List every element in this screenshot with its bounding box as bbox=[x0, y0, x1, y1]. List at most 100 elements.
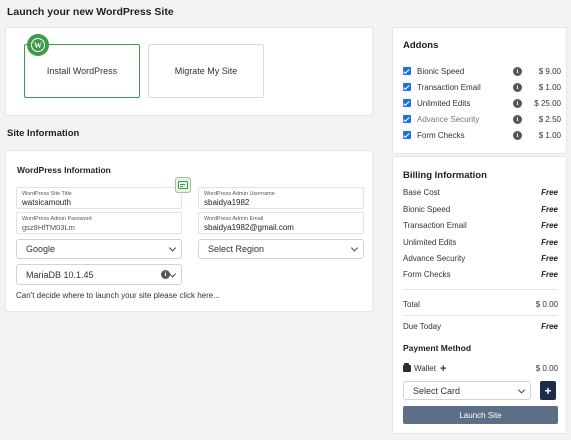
install-options-card: Install WordPress Migrate My Site bbox=[5, 27, 373, 116]
addon-row: Advance Security i $ 2.50 bbox=[403, 113, 561, 125]
page-title: Launch your new WordPress Site bbox=[7, 6, 174, 18]
wordpress-logo-icon: W bbox=[27, 34, 49, 56]
info-icon[interactable]: i bbox=[513, 82, 522, 92]
addon-name: Bionic Speed bbox=[417, 66, 465, 76]
addon-price: $ 25.00 bbox=[534, 98, 561, 108]
addon-checkbox[interactable] bbox=[403, 83, 411, 91]
billing-row-label: Transaction Email bbox=[403, 221, 467, 230]
chevron-down-icon bbox=[517, 385, 526, 394]
add-card-button[interactable]: + bbox=[540, 381, 556, 400]
site-information-heading: Site Information bbox=[7, 128, 80, 139]
add-funds-plus-icon[interactable]: + bbox=[440, 363, 446, 374]
wallet-amount: $ 0.00 bbox=[535, 364, 558, 373]
info-icon[interactable]: i bbox=[513, 130, 522, 140]
addon-row: Transaction Email i $ 1.00 bbox=[403, 81, 561, 93]
due-today-row: Due Today Free bbox=[403, 322, 558, 331]
launch-site-button[interactable]: Launch Site bbox=[403, 406, 558, 424]
billing-row-value: Free bbox=[541, 238, 558, 247]
addon-checkbox[interactable] bbox=[403, 131, 411, 139]
billing-row: Bionic Speed Free bbox=[403, 205, 558, 214]
addon-name: Transaction Email bbox=[417, 82, 481, 92]
billing-row-value: Free bbox=[541, 270, 558, 279]
addon-checkbox[interactable] bbox=[403, 99, 411, 107]
database-select-value: MariaDB 10.1.45 bbox=[26, 269, 94, 280]
site-title-label: WordPress Site Title bbox=[22, 191, 72, 197]
total-label: Total bbox=[403, 300, 420, 309]
addon-row: Form Checks i $ 1.00 bbox=[403, 129, 561, 141]
billing-row-label: Advance Security bbox=[403, 254, 466, 263]
card-select-value: Select Card bbox=[413, 385, 461, 396]
admin-email-value: sbaidya1982@gmail.com bbox=[204, 223, 294, 232]
divider bbox=[403, 315, 558, 316]
addons-title: Addons bbox=[403, 40, 439, 51]
wallet-icon bbox=[403, 363, 411, 372]
admin-username-label: WordPress Admin Username bbox=[204, 191, 275, 197]
region-select-value: Select Region bbox=[208, 244, 265, 254]
billing-row-label: Bionic Speed bbox=[403, 205, 451, 214]
info-icon[interactable]: i bbox=[513, 98, 522, 108]
launch-help-message: Can't decide where to launch your site p… bbox=[16, 291, 178, 300]
install-wordpress-label: Install WordPress bbox=[46, 66, 118, 76]
addon-name: Form Checks bbox=[417, 130, 465, 140]
billing-row-label: Unlimited Edits bbox=[403, 238, 457, 247]
due-today-label: Due Today bbox=[403, 322, 442, 331]
card-select[interactable]: Select Card bbox=[403, 381, 531, 400]
addon-row: Bionic Speed i $ 9.00 bbox=[403, 65, 561, 77]
addons-card: Addons Bionic Speed i $ 9.00 Transaction… bbox=[392, 27, 567, 154]
addon-price: $ 2.50 bbox=[538, 114, 561, 124]
addon-price: $ 9.00 bbox=[538, 66, 561, 76]
divider bbox=[403, 289, 558, 290]
admin-email-field[interactable]: WordPress Admin Email sbaidya1982@gmail.… bbox=[198, 212, 364, 234]
billing-row-value: Free bbox=[541, 221, 558, 230]
launch-help-text: Can't decide where to launch your site p… bbox=[16, 291, 220, 300]
password-generator-icon[interactable] bbox=[175, 177, 191, 193]
provider-select[interactable]: Google bbox=[16, 239, 182, 259]
site-title-value: watsicamouth bbox=[22, 198, 71, 207]
chevron-down-icon bbox=[168, 244, 177, 252]
wordpress-information-card: WordPress Information WordPress Site Tit… bbox=[5, 150, 373, 312]
admin-password-label: WordPress Admin Password bbox=[22, 216, 92, 222]
wordpress-information-title: WordPress Information bbox=[17, 165, 111, 175]
billing-row: Unlimited Edits Free bbox=[403, 238, 558, 247]
billing-title: Billing Information bbox=[403, 170, 487, 181]
migrate-site-option[interactable]: Migrate My Site bbox=[148, 44, 264, 98]
addon-checkbox[interactable] bbox=[403, 67, 411, 75]
admin-password-value: gsz8HfTM03Lm bbox=[22, 223, 75, 232]
addon-checkbox[interactable] bbox=[403, 115, 411, 123]
billing-row-label: Base Cost bbox=[403, 188, 440, 197]
wallet-row: Wallet + $ 0.00 bbox=[403, 363, 558, 374]
billing-row: Transaction Email Free bbox=[403, 221, 558, 230]
billing-card: Billing Information Base Cost Free Bioni… bbox=[392, 156, 567, 434]
billing-row-value: Free bbox=[541, 254, 558, 263]
addon-price: $ 1.00 bbox=[538, 82, 561, 92]
provider-select-value: Google bbox=[26, 244, 56, 254]
launch-site-label: Launch Site bbox=[459, 410, 502, 420]
info-icon[interactable]: i bbox=[513, 66, 522, 76]
addon-name: Unlimited Edits bbox=[417, 98, 471, 108]
billing-row: Advance Security Free bbox=[403, 254, 558, 263]
admin-email-label: WordPress Admin Email bbox=[204, 216, 264, 222]
admin-username-field[interactable]: WordPress Admin Username sbaidya1982 bbox=[198, 187, 364, 209]
total-row: Total $ 0.00 bbox=[403, 300, 558, 309]
total-value: $ 0.00 bbox=[535, 300, 558, 309]
chevron-down-icon bbox=[168, 269, 177, 278]
addon-row: Unlimited Edits i $ 25.00 bbox=[403, 97, 561, 109]
admin-username-value: sbaidya1982 bbox=[204, 198, 250, 207]
info-icon[interactable]: i bbox=[513, 114, 522, 124]
addon-price: $ 1.00 bbox=[538, 130, 561, 140]
site-title-field[interactable]: WordPress Site Title watsicamouth bbox=[16, 187, 182, 209]
migrate-site-label: Migrate My Site bbox=[174, 66, 238, 76]
billing-row: Base Cost Free bbox=[403, 188, 558, 197]
billing-row-value: Free bbox=[541, 205, 558, 214]
billing-row: Form Checks Free bbox=[403, 270, 558, 279]
launch-help-link[interactable]: click here... bbox=[179, 291, 219, 300]
database-select[interactable]: MariaDB 10.1.45 i bbox=[16, 264, 182, 285]
due-today-value: Free bbox=[541, 322, 558, 331]
addon-name: Advance Security bbox=[417, 114, 480, 124]
wallet-label: Wallet bbox=[414, 364, 436, 373]
admin-password-field[interactable]: WordPress Admin Password gsz8HfTM03Lm bbox=[16, 212, 182, 234]
billing-row-label: Form Checks bbox=[403, 270, 451, 279]
payment-method-title: Payment Method bbox=[403, 343, 472, 353]
region-select[interactable]: Select Region bbox=[198, 239, 364, 259]
billing-row-value: Free bbox=[541, 188, 558, 197]
